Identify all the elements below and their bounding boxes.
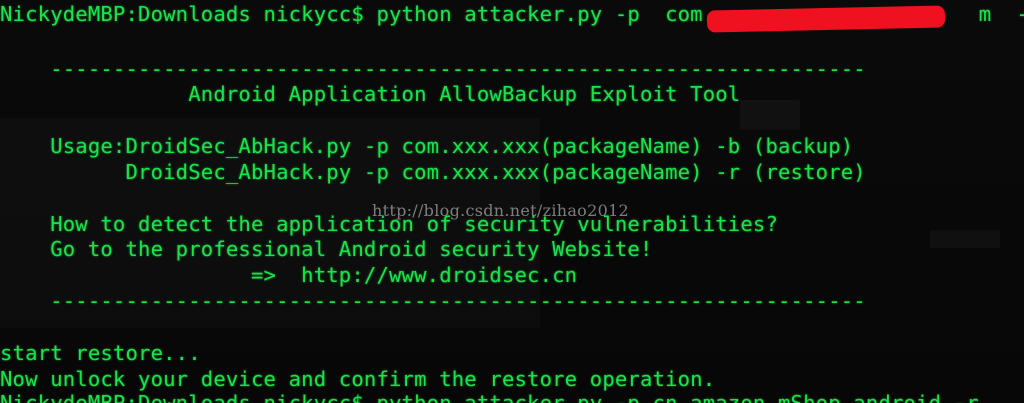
website-prompt-line: Go to the professional Android security … xyxy=(0,237,653,261)
background-artifact xyxy=(930,230,1000,248)
terminal-window[interactable]: NickydeMBP:Downloads nickycc$ python att… xyxy=(0,0,1024,403)
watermark-text: http://blog.csdn.net/zihao2012 xyxy=(372,201,630,220)
website-url-line: => http://www.droidsec.cn xyxy=(0,263,578,287)
separator-bottom: ----------------------------------------… xyxy=(0,289,866,313)
redaction-mark xyxy=(706,5,946,33)
usage-backup-line: Usage:DroidSec_AbHack.py -p com.xxx.xxx(… xyxy=(0,134,854,158)
separator-top: ----------------------------------------… xyxy=(0,57,866,81)
tool-title: Android Application AllowBackup Exploit … xyxy=(0,82,741,106)
background-artifact xyxy=(740,100,800,130)
unlock-instruction-line: Now unlock your device and confirm the r… xyxy=(0,367,716,391)
command-line-second: NickydeMBP:Downloads nickycc$ python att… xyxy=(0,391,979,403)
start-restore-line: start restore... xyxy=(0,341,201,365)
usage-restore-line: DroidSec_AbHack.py -p com.xxx.xxx(packag… xyxy=(0,160,866,184)
